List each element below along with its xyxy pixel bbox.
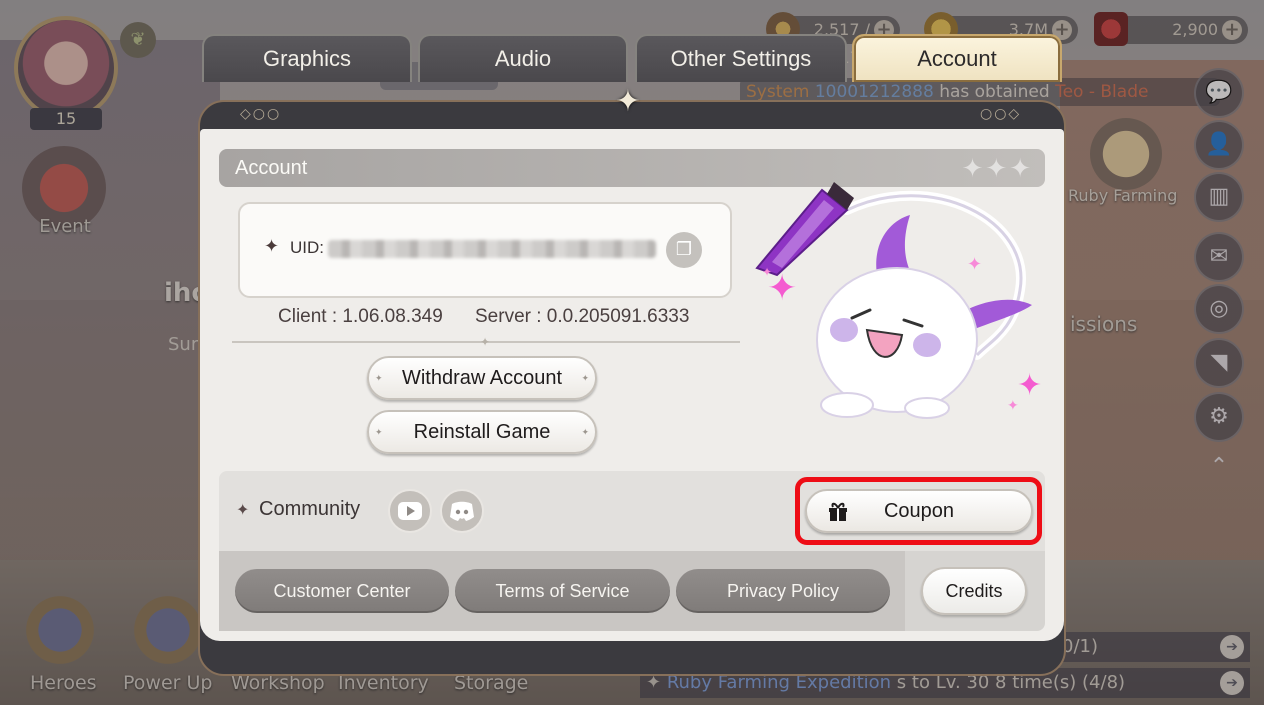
customer-center-button[interactable]: Customer Center: [235, 569, 449, 613]
star-bullet-icon: ✦: [236, 500, 250, 519]
gift-icon: [829, 502, 847, 521]
panel-ornament-right: ○○◇: [980, 106, 1022, 122]
privacy-policy-button[interactable]: Privacy Policy: [676, 569, 890, 613]
copy-uid-icon[interactable]: ❐: [666, 232, 702, 268]
uid-label: UID:: [290, 238, 324, 257]
tab-account[interactable]: Account: [852, 34, 1062, 82]
discord-icon[interactable]: [440, 489, 484, 533]
tab-other-settings[interactable]: Other Settings: [635, 34, 847, 82]
panel-ornament-icon: ✦: [615, 84, 641, 119]
divider-ornament: ✦: [480, 335, 491, 349]
coupon-button[interactable]: Coupon: [805, 489, 1033, 533]
star-bullet-icon: ✦: [264, 236, 280, 257]
terms-of-service-button[interactable]: Terms of Service: [455, 569, 670, 613]
svg-text:✦: ✦: [762, 265, 772, 279]
mascot-illustration: ✦ ✦ ✦ ✦ ✦: [755, 182, 1042, 419]
account-section-title: Account: [235, 157, 308, 179]
youtube-icon[interactable]: [388, 489, 432, 533]
svg-text:✦: ✦: [1017, 368, 1042, 403]
coupon-label: Coupon: [883, 500, 955, 522]
client-version: Client : 1.06.08.349: [278, 306, 443, 327]
uid-value-redacted: [328, 240, 656, 258]
withdraw-account-button[interactable]: Withdraw Account: [367, 356, 597, 400]
server-version: Server : 0.0.205091.6333: [475, 306, 690, 327]
tab-graphics[interactable]: Graphics: [202, 34, 412, 82]
community-label: Community: [259, 498, 361, 520]
reinstall-game-button[interactable]: Reinstall Game: [367, 410, 597, 454]
tab-audio[interactable]: Audio: [418, 34, 628, 82]
panel-ornament-left: ◇○○: [240, 106, 282, 122]
svg-text:✦: ✦: [1007, 398, 1019, 414]
svg-text:✦: ✦: [967, 254, 982, 275]
credits-button[interactable]: Credits: [921, 567, 1027, 615]
